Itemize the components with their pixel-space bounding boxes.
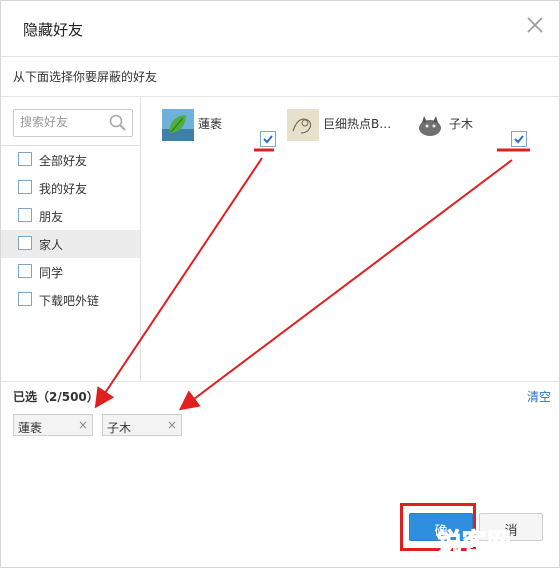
dialog-header: 隐藏好友	[1, 1, 559, 57]
group-label: 家人	[39, 238, 64, 252]
group-label: 下载吧外链	[39, 294, 100, 308]
leaf-avatar-icon	[162, 109, 194, 141]
close-icon[interactable]	[523, 13, 547, 37]
group-item-classmates[interactable]: 同学	[1, 258, 140, 286]
group-label: 朋友	[39, 210, 64, 224]
tag-label: 子木	[107, 421, 132, 435]
group-checkbox[interactable]	[18, 264, 32, 278]
group-checkbox[interactable]	[18, 292, 32, 306]
cancel-button[interactable]: 消	[479, 513, 543, 541]
group-checkbox[interactable]	[18, 208, 32, 222]
group-label: 同学	[39, 266, 64, 280]
group-item-download-link[interactable]: 下载吧外链	[1, 286, 140, 314]
selected-tag: 子木 ×	[102, 414, 182, 436]
dialog-title: 隐藏好友	[23, 21, 84, 39]
search-box	[13, 109, 133, 137]
friend-checkbox[interactable]	[511, 131, 527, 147]
group-label: 我的好友	[39, 182, 88, 196]
friend-name: 子木	[449, 117, 474, 131]
friend-item[interactable]: 巨细热点B…	[287, 109, 407, 159]
group-checkbox[interactable]	[18, 236, 32, 250]
group-item-family[interactable]: 家人	[1, 230, 140, 258]
remove-tag-icon[interactable]: ×	[167, 418, 177, 432]
confirm-button[interactable]: 确	[409, 513, 473, 541]
friend-checkbox[interactable]	[260, 131, 276, 147]
friend-name: 巨细热点B…	[323, 117, 392, 131]
hide-friends-dialog: 隐藏好友 从下面选择你要屏蔽的好友 全部好友 我的好友 朋友 家人 同学 下载吧…	[0, 0, 560, 568]
selection-panel: 全部好友 我的好友 朋友 家人 同学 下载吧外链 蓮袠 巨细热点B…	[1, 96, 559, 382]
selected-count: 已选（2/500）	[13, 390, 99, 404]
group-label: 全部好友	[39, 154, 88, 168]
group-checkbox[interactable]	[18, 180, 32, 194]
friend-name: 蓮袠	[198, 117, 223, 131]
group-item-my-friends[interactable]: 我的好友	[1, 174, 140, 202]
confirm-button-label: 确	[434, 524, 448, 539]
sketch-avatar-icon	[287, 109, 319, 141]
friend-item[interactable]: 子木	[413, 109, 533, 159]
selected-tag: 蓮袠 ×	[13, 414, 93, 436]
group-item-friends[interactable]: 朋友	[1, 202, 140, 230]
group-list: 全部好友 我的好友 朋友 家人 同学 下载吧外链	[1, 145, 140, 314]
remove-tag-icon[interactable]: ×	[78, 418, 88, 432]
cancel-button-label: 消	[504, 524, 518, 539]
search-input[interactable]	[14, 110, 108, 134]
tag-label: 蓮袠	[18, 421, 43, 435]
search-icon[interactable]	[108, 113, 128, 133]
dialog-subtitle: 从下面选择你要屏蔽的好友	[13, 70, 158, 84]
cat-avatar-icon	[413, 109, 445, 141]
group-sidebar: 全部好友 我的好友 朋友 家人 同学 下载吧外链	[1, 97, 141, 381]
group-checkbox[interactable]	[18, 152, 32, 166]
clear-link[interactable]: 清空	[527, 388, 551, 405]
friend-item[interactable]: 蓮袠	[162, 109, 282, 159]
group-item-all-friends[interactable]: 全部好友	[1, 146, 140, 174]
